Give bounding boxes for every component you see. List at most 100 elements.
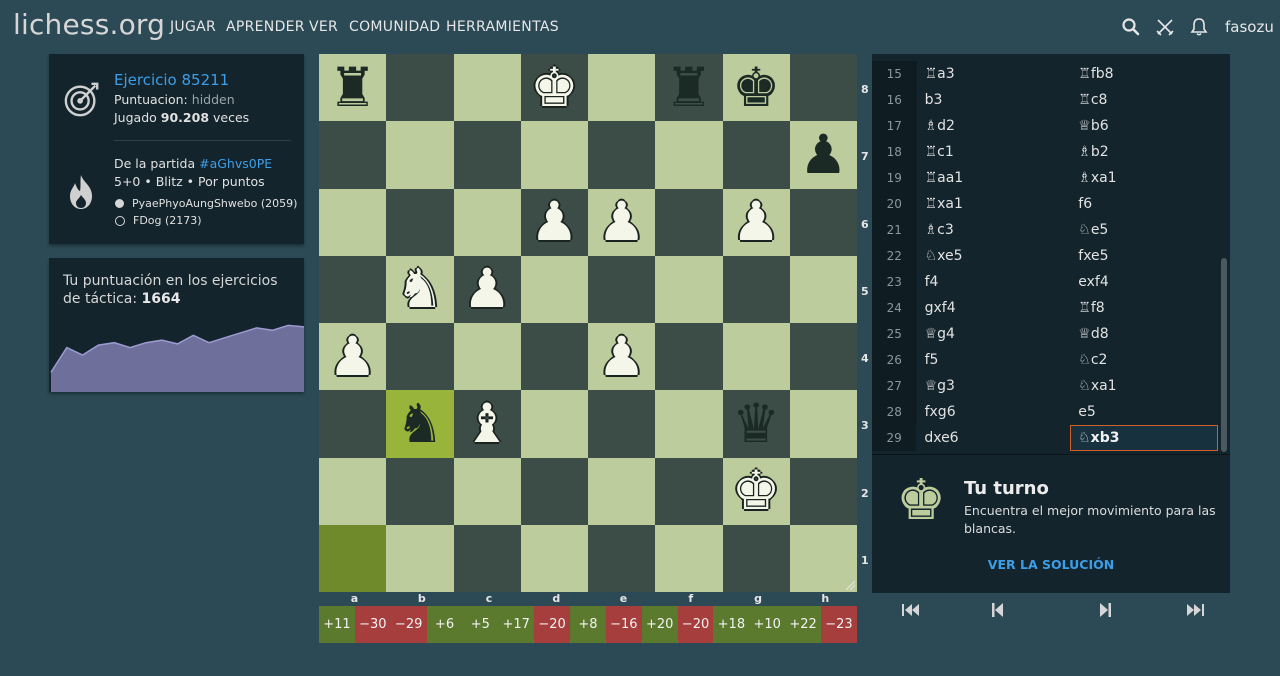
rating-delta[interactable]: −29 <box>390 606 427 643</box>
square-h6[interactable] <box>789 188 857 256</box>
white-king-icon[interactable]: ♚ <box>723 458 790 525</box>
white-move[interactable]: ♘xe5 <box>917 248 1072 264</box>
square-a2[interactable] <box>319 457 387 525</box>
view-solution-button[interactable]: VER LA SOLUCIÓN <box>872 557 1230 572</box>
square-a8[interactable]: ♜ <box>319 54 387 122</box>
white-move[interactable]: ♖c1 <box>917 144 1072 160</box>
square-e1[interactable] <box>588 524 656 592</box>
square-f1[interactable] <box>655 524 723 592</box>
rating-delta[interactable]: −16 <box>605 606 642 643</box>
square-f6[interactable] <box>655 188 723 256</box>
nav-play[interactable]: JUGAR <box>170 19 216 35</box>
black-move[interactable]: ♖fb8 <box>1071 62 1218 86</box>
square-a3[interactable] <box>319 390 387 458</box>
rating-delta[interactable]: −20 <box>677 606 714 643</box>
black-move[interactable]: ♖f8 <box>1071 296 1218 320</box>
square-g1[interactable] <box>722 524 790 592</box>
square-e7[interactable] <box>588 121 656 189</box>
black-move[interactable]: ♘e5 <box>1071 218 1218 242</box>
square-d3[interactable] <box>520 390 588 458</box>
square-f8[interactable]: ♜ <box>655 54 723 122</box>
square-e2[interactable] <box>588 457 656 525</box>
square-d6[interactable]: ♟ <box>520 188 588 256</box>
square-b6[interactable] <box>386 188 454 256</box>
square-d2[interactable] <box>520 457 588 525</box>
white-pawn-icon[interactable]: ♟ <box>588 189 655 256</box>
square-b5[interactable]: ♞ <box>386 255 454 323</box>
chess-board[interactable]: ♜ ♚ ♜ ♚ ♟ ♟ ♟ ♟ ♞ ♟ ♟ ♟ ♞ ♝ ♛ ♚ <box>319 54 857 592</box>
black-move[interactable]: ♘xa1 <box>1071 374 1218 398</box>
nav-community[interactable]: COMUNIDAD <box>349 19 440 35</box>
square-b1[interactable] <box>386 524 454 592</box>
square-d1[interactable] <box>520 524 588 592</box>
square-a5[interactable] <box>319 255 387 323</box>
next-move-icon[interactable] <box>1090 600 1120 620</box>
square-c8[interactable] <box>453 54 521 122</box>
white-move[interactable]: ♖aa1 <box>917 170 1072 186</box>
square-f2[interactable] <box>655 457 723 525</box>
scrollbar-thumb[interactable] <box>1221 258 1227 452</box>
white-move[interactable]: f4 <box>917 274 1072 290</box>
square-e8[interactable] <box>588 54 656 122</box>
rating-delta[interactable]: −30 <box>354 606 391 643</box>
square-c3[interactable]: ♝ <box>453 390 521 458</box>
square-h8[interactable] <box>789 54 857 122</box>
black-move[interactable]: fxe5 <box>1071 244 1218 268</box>
square-b3[interactable]: ♞ <box>386 390 454 458</box>
square-f3[interactable] <box>655 390 723 458</box>
square-h5[interactable] <box>789 255 857 323</box>
black-move[interactable]: ♖c8 <box>1071 88 1218 112</box>
black-queen-icon[interactable]: ♛ <box>723 390 790 457</box>
rating-delta[interactable]: +20 <box>641 606 678 643</box>
square-c2[interactable] <box>453 457 521 525</box>
rating-delta[interactable]: +11 <box>319 606 355 643</box>
white-bishop-icon[interactable]: ♝ <box>454 390 521 457</box>
square-h2[interactable] <box>789 457 857 525</box>
white-move[interactable]: ♗c3 <box>917 222 1072 238</box>
rating-delta[interactable]: −23 <box>821 606 857 643</box>
white-move[interactable]: ♖a3 <box>917 66 1072 82</box>
rating-delta[interactable]: +10 <box>749 606 786 643</box>
black-move[interactable]: ♕d8 <box>1071 322 1218 346</box>
white-move[interactable]: f5 <box>917 352 1072 368</box>
rating-delta[interactable]: −20 <box>534 606 571 643</box>
rating-delta[interactable]: +18 <box>713 606 750 643</box>
white-knight-icon[interactable]: ♞ <box>386 256 453 323</box>
search-icon[interactable] <box>1121 17 1141 37</box>
site-logo[interactable]: lichess.org <box>13 8 165 41</box>
square-g4[interactable] <box>722 323 790 391</box>
square-a1[interactable] <box>319 524 387 592</box>
rating-delta[interactable]: +5 <box>462 606 499 643</box>
username[interactable]: fasozu <box>1225 18 1274 36</box>
swords-icon[interactable] <box>1155 17 1175 37</box>
white-pawn-icon[interactable]: ♟ <box>521 189 588 256</box>
puzzle-title[interactable]: Ejercicio 85211 <box>114 71 229 89</box>
square-e4[interactable]: ♟ <box>588 323 656 391</box>
square-c1[interactable] <box>453 524 521 592</box>
square-e5[interactable] <box>588 255 656 323</box>
rating-delta[interactable]: +6 <box>426 606 463 643</box>
square-b8[interactable] <box>386 54 454 122</box>
square-d8[interactable]: ♚ <box>520 54 588 122</box>
square-b7[interactable] <box>386 121 454 189</box>
square-g6[interactable]: ♟ <box>722 188 790 256</box>
game-link[interactable]: #aGhvs0PE <box>199 156 272 171</box>
square-a7[interactable] <box>319 121 387 189</box>
white-pawn-icon[interactable]: ♟ <box>588 323 655 390</box>
black-move[interactable]: e5 <box>1071 400 1218 424</box>
square-h4[interactable] <box>789 323 857 391</box>
rating-delta[interactable]: +8 <box>570 606 606 643</box>
square-f4[interactable] <box>655 323 723 391</box>
square-e6[interactable]: ♟ <box>588 188 656 256</box>
square-d7[interactable] <box>520 121 588 189</box>
last-move-icon[interactable] <box>1180 600 1210 620</box>
white-move[interactable]: b3 <box>917 92 1072 108</box>
black-king-icon[interactable]: ♚ <box>723 54 790 121</box>
square-d5[interactable] <box>520 255 588 323</box>
resize-handle-icon[interactable] <box>846 581 855 590</box>
rating-delta[interactable]: +22 <box>785 606 822 643</box>
black-player[interactable]: FDog (2173) <box>133 214 202 227</box>
white-king-icon[interactable]: ♚ <box>521 54 588 121</box>
bell-icon[interactable] <box>1189 17 1209 37</box>
square-g7[interactable] <box>722 121 790 189</box>
